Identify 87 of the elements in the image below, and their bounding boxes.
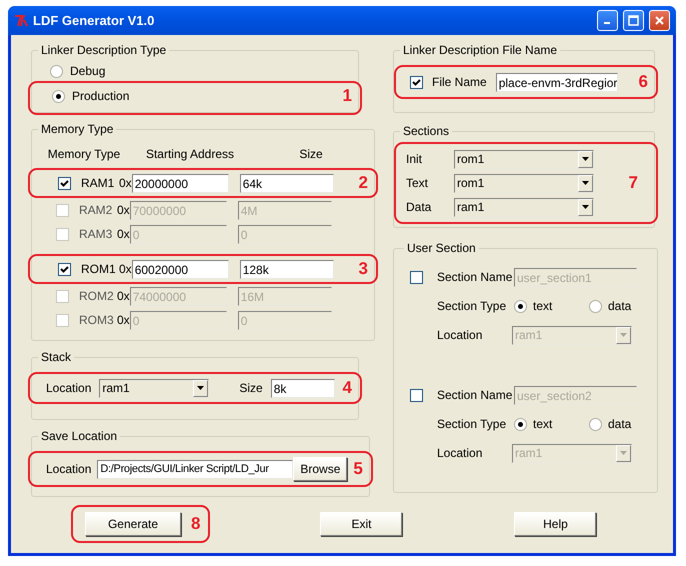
field-label: Location — [46, 381, 92, 395]
radio-label: text — [533, 417, 552, 431]
dropdown[interactable]: ram1 — [454, 198, 594, 216]
callout-number: 7 — [628, 173, 638, 193]
callout-number: 2 — [358, 173, 368, 193]
column-header: Memory Type — [46, 147, 122, 161]
field-label: Text — [406, 176, 430, 190]
field-label: Data — [406, 200, 432, 214]
maximize-button[interactable] — [623, 10, 644, 31]
radio-button[interactable] — [514, 300, 527, 312]
radio-button[interactable] — [50, 64, 63, 78]
checkbox[interactable] — [58, 176, 71, 190]
caret-icon — [578, 150, 593, 168]
dropdown[interactable]: ram1 — [99, 378, 210, 398]
address-field[interactable]: 60020000 — [132, 260, 229, 278]
caret-icon — [578, 198, 593, 216]
size-field[interactable]: 64k — [240, 174, 334, 192]
group-title: Save Location — [40, 429, 118, 443]
field-label: Location — [437, 328, 484, 342]
path-field[interactable]: D:/Projects/GUI/Linker Script/LD_Jur — [97, 460, 294, 478]
field-label: Location — [46, 462, 92, 476]
radio-label: data — [608, 417, 632, 431]
minimize-button[interactable] — [597, 10, 618, 31]
group-title: Linker Description File Name — [402, 43, 558, 57]
dropdown[interactable]: rom1 — [454, 174, 594, 192]
close-icon — [654, 15, 665, 26]
caret-icon — [193, 380, 208, 396]
memory-label: RAM2 — [79, 203, 114, 217]
group-title: Sections — [402, 124, 450, 138]
radio-button[interactable] — [514, 418, 527, 430]
callout-number: 1 — [342, 86, 352, 106]
radio-button[interactable] — [589, 300, 602, 312]
radio-button[interactable] — [589, 418, 602, 430]
browse-button[interactable]: Browse — [293, 457, 348, 481]
radio-label: Debug — [70, 64, 106, 78]
window-title: LDF Generator V1.0 — [33, 13, 156, 28]
radio-button[interactable] — [52, 90, 65, 102]
maximize-icon — [628, 15, 639, 26]
caret-icon — [616, 444, 631, 462]
dropdown[interactable]: rom1 — [454, 150, 594, 168]
memory-label: ROM1 — [81, 262, 117, 276]
checkbox[interactable] — [410, 270, 423, 284]
radio-label: text — [533, 299, 552, 313]
field-label: Section Type — [437, 299, 508, 313]
radio-label: data — [608, 299, 632, 313]
field-label: Location — [437, 446, 484, 460]
action-button[interactable]: Exit — [320, 512, 402, 536]
field-label: Section Name — [437, 270, 514, 284]
close-button[interactable] — [649, 10, 670, 31]
app-logo-icon — [14, 14, 28, 26]
field-label: Init — [406, 152, 424, 166]
action-button[interactable]: Generate — [85, 512, 181, 536]
field-label: File Name — [432, 75, 487, 89]
field-label: Size — [239, 381, 263, 395]
memory-label: ROM2 — [79, 289, 115, 303]
callout-number: 6 — [638, 72, 648, 92]
action-button[interactable]: Help — [514, 512, 596, 536]
size-field[interactable]: 128k — [240, 260, 334, 278]
hex-prefix: 0x — [119, 176, 132, 190]
caret-icon — [616, 326, 631, 344]
callout-number: 8 — [191, 514, 200, 534]
checkbox[interactable] — [58, 262, 71, 276]
memory-label: RAM1 — [81, 176, 116, 190]
radio-label: Production — [72, 89, 130, 103]
hex-prefix: 0x — [117, 227, 130, 241]
callout-number: 4 — [342, 378, 352, 398]
memory-label: ROM3 — [79, 313, 115, 327]
callout-number: 3 — [358, 259, 368, 279]
field-label: Section Name — [437, 388, 514, 402]
hex-prefix: 0x — [119, 262, 132, 276]
checkbox[interactable] — [410, 76, 423, 88]
group-title: Memory Type — [40, 122, 114, 136]
caret-icon — [578, 174, 593, 192]
hex-prefix: 0x — [117, 313, 130, 327]
column-header: Starting Address — [144, 147, 236, 161]
group-title: User Section — [406, 241, 477, 255]
column-header: Size — [298, 147, 324, 161]
group-title: Stack — [40, 350, 72, 364]
address-field[interactable]: 20000000 — [132, 174, 229, 192]
callout-number: 5 — [353, 459, 363, 479]
memory-label: RAM3 — [79, 227, 114, 241]
hex-prefix: 0x — [117, 203, 130, 217]
checkbox[interactable] — [410, 388, 423, 402]
field-label: Section Type — [437, 417, 508, 431]
hex-prefix: 0x — [117, 289, 130, 303]
group-title: Linker Description Type — [40, 43, 168, 57]
stack-size-field[interactable]: 8k — [270, 378, 335, 398]
